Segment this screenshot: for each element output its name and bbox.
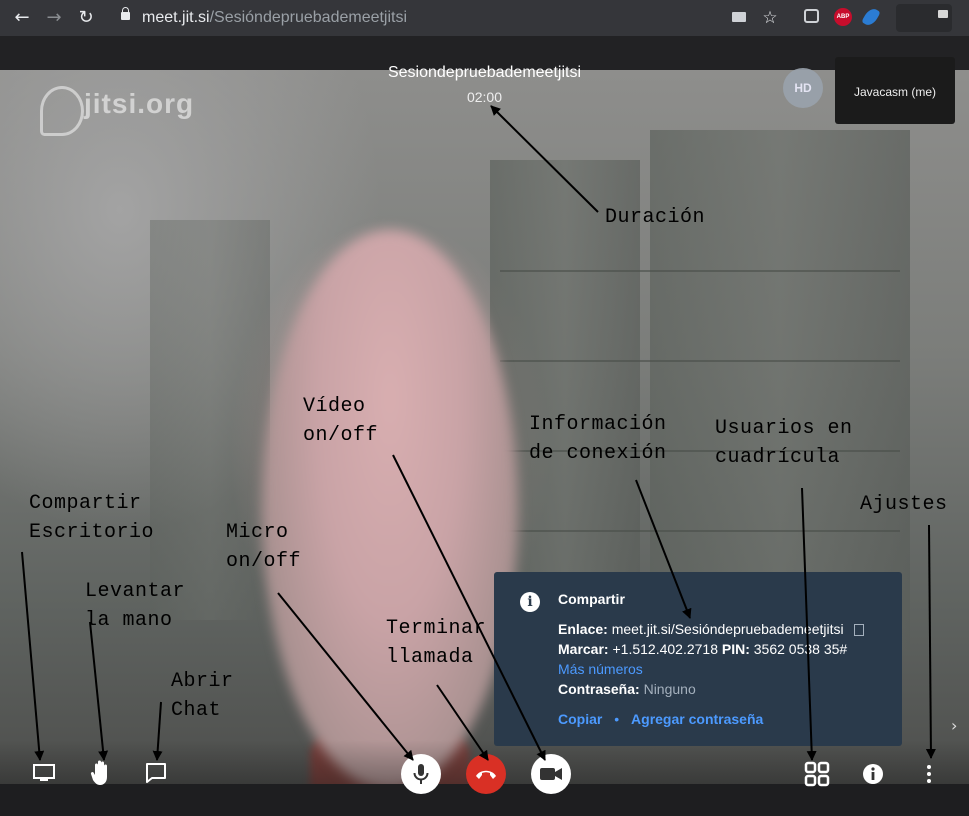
url-host: meet.jit.si [142,9,210,26]
dial-label: Marcar: [558,641,609,657]
copy-button[interactable]: Copiar [558,711,602,727]
local-video-thumbnail[interactable]: Javacasm (me) [835,57,955,124]
camera-toggle-icon [540,768,562,780]
popup-actions: Copiar • Agregar contraseña [558,711,763,727]
conference-timer: 02:00 [466,89,503,105]
annotation-informacion: Información de conexión [529,413,667,465]
add-password-button[interactable]: Agregar contraseña [631,711,763,727]
dial-row: Marcar: +1.512.402.2718 PIN: 3562 0538 3… [558,641,847,657]
microphone-button[interactable] [401,754,441,794]
address-bar[interactable]: meet.jit.si/Sesióndepruebademeetjitsi [142,7,407,29]
annotation-ajustes: Ajustes [860,493,948,516]
pin-label: PIN: [721,641,750,657]
password-label: Contraseña: [558,681,640,697]
microphone-icon [413,764,429,784]
action-separator: • [614,711,620,727]
connection-info-popup: i Compartir Enlace: meet.jit.si/Sesiónde… [494,572,902,746]
profile-area[interactable] [896,4,952,32]
annotation-compartir: Compartir Escritorio [29,492,155,544]
blurred-face [262,230,518,784]
rack-shelf [500,360,900,362]
more-options-icon[interactable] [915,760,943,788]
chat-icon[interactable] [142,759,170,787]
password-value: Ninguno [643,681,696,697]
annotation-video: Vídeo on/off [303,395,379,447]
hangup-button[interactable] [466,754,506,794]
annotation-duracion: Duración [605,206,706,229]
extension-icon[interactable] [861,6,881,28]
back-icon[interactable]: ← [10,6,34,30]
annotation-abrir-chat: Abrir Chat [171,670,234,722]
link-label: Enlace: [558,621,608,637]
tile-view-icon[interactable] [803,760,831,788]
hangup-icon [476,770,496,779]
browser-toolbar: ← → ↻ meet.jit.si/Sesióndepruebademeetji… [0,0,969,36]
url-path: /Sesióndepruebademeetjitsi [209,9,408,26]
annotation-terminar: Terminar llamada [386,617,487,669]
camera-button[interactable] [531,754,571,794]
star-icon[interactable]: ☆ [758,6,782,30]
pocket-icon[interactable] [804,9,819,23]
link-row: Enlace: meet.jit.si/Sesióndepruebademeet… [558,621,864,637]
annotation-usuarios: Usuarios en cuadrícula [715,417,853,469]
rack-shelf [500,270,900,272]
annotation-micro: Micro on/off [226,521,302,573]
forward-icon[interactable]: → [42,6,66,30]
camera-icon[interactable] [732,12,746,22]
video-quality-badge[interactable]: HD [783,68,823,108]
info-circle-icon: i [520,592,540,612]
reload-icon[interactable]: ↻ [74,6,98,30]
pin-value: 3562 0538 35# [753,641,848,657]
more-numbers-link[interactable]: Más números [558,661,643,677]
password-row: Contraseña: Ninguno [558,681,696,697]
rack-shelf [500,530,900,532]
conference-title: Sesiondepruebademeetjitsi [387,64,581,81]
menu-icon [938,10,948,18]
info-icon[interactable] [859,760,887,788]
desktop-share-icon[interactable] [30,759,58,787]
link-value[interactable]: meet.jit.si/Sesióndepruebademeetjitsi [612,621,844,637]
copy-icon[interactable] [853,624,864,637]
annotation-levantar: Levantar la mano [85,580,186,632]
popup-heading: Compartir [558,591,625,607]
raise-hand-icon[interactable] [88,759,116,787]
adblock-icon[interactable]: ABP [834,8,852,26]
participant-name: Javacasm (me) [853,85,936,99]
lock-icon[interactable] [121,7,130,20]
dial-value: +1.512.402.2718 [612,641,718,657]
chevron-right-icon[interactable]: › [951,716,957,735]
